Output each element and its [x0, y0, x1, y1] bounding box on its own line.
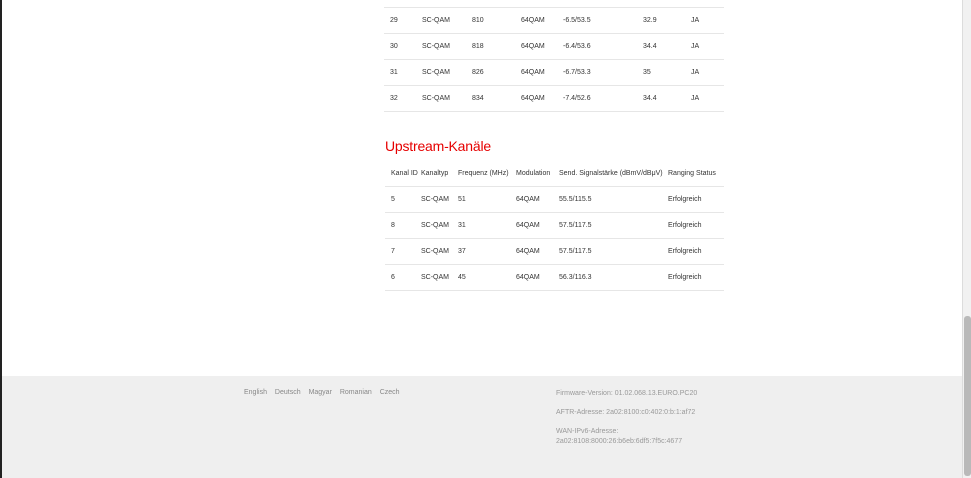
aftr-address: AFTR-Adresse: 2a02:8100:c0:402:0:b:1:af7… [556, 409, 696, 416]
kanal-id-cell: 29 [384, 8, 422, 34]
kanal-id-cell: 31 [384, 59, 422, 86]
firmware-version: Firmware-Version: 01.02.068.13.EURO.PC20 [556, 390, 698, 397]
signal-cell: 56.3/116.3 [559, 264, 668, 291]
header-ranging-status: Ranging Status [668, 161, 724, 187]
kanal-id-cell: 5 [385, 186, 421, 213]
browser-viewport: 29 SC-QAM 810 64QAM -6.5/53.5 32.9 JA 30… [0, 0, 962, 478]
frequenz-cell: 810 [472, 8, 521, 34]
ranging-status-cell: Erfolgreich [668, 238, 724, 265]
signal-cell: 57.5/117.5 [559, 212, 668, 239]
kanaltyp-cell: SC-QAM [421, 264, 458, 291]
header-kanaltyp: Kanaltyp [421, 161, 458, 187]
language-selector: English Deutsch Magyar Romanian Czech [244, 389, 406, 396]
downstream-table: 29 SC-QAM 810 64QAM -6.5/53.5 32.9 JA 30… [384, 8, 724, 112]
kanaltyp-cell: SC-QAM [422, 33, 472, 60]
kanal-id-cell: 8 [385, 212, 421, 239]
modulation-cell: 64QAM [516, 238, 559, 265]
frequenz-cell: 818 [472, 33, 521, 60]
signal-cell: -6.7/53.3 [563, 59, 643, 86]
upstream-title: Upstream-Kanäle [385, 138, 491, 154]
kanaltyp-cell: SC-QAM [421, 238, 458, 265]
table-row: 29 SC-QAM 810 64QAM -6.5/53.5 32.9 JA [384, 8, 724, 34]
wan-ipv6-label: WAN-IPv6-Adresse: [556, 428, 619, 435]
signal-cell: -7.4/52.6 [563, 85, 643, 112]
upstream-section: Kanal ID Kanaltyp Frequenz (MHz) Modulat… [385, 161, 724, 291]
header-kanal-id: Kanal ID [385, 161, 421, 187]
kanaltyp-cell: SC-QAM [422, 8, 472, 34]
page-footer: English Deutsch Magyar Romanian Czech Fi… [2, 376, 962, 478]
modulation-cell: 64QAM [516, 186, 559, 213]
table-row: 5 SC-QAM 51 64QAM 55.5/115.5 Erfolgreich [385, 186, 724, 213]
locked-cell: JA [691, 59, 724, 86]
snr-cell: 34.4 [643, 33, 691, 60]
modulation-cell: 64QAM [521, 59, 563, 86]
modulation-cell: 64QAM [521, 8, 563, 34]
table-row: 8 SC-QAM 31 64QAM 57.5/117.5 Erfolgreich [385, 212, 724, 239]
language-link-romanian[interactable]: Romanian [340, 389, 372, 396]
signal-cell: -6.5/53.5 [563, 8, 643, 34]
modulation-cell: 64QAM [521, 33, 563, 60]
kanal-id-cell: 6 [385, 264, 421, 291]
language-link-magyar[interactable]: Magyar [309, 389, 332, 396]
kanal-id-cell: 30 [384, 33, 422, 60]
table-row: 6 SC-QAM 45 64QAM 56.3/116.3 Erfolgreich [385, 264, 724, 291]
frequenz-cell: 45 [458, 264, 516, 291]
language-link-czech[interactable]: Czech [380, 389, 400, 396]
kanaltyp-cell: SC-QAM [422, 59, 472, 86]
kanaltyp-cell: SC-QAM [421, 186, 458, 213]
signal-cell: 55.5/115.5 [559, 186, 668, 213]
table-header-row: Kanal ID Kanaltyp Frequenz (MHz) Modulat… [385, 161, 724, 187]
header-frequenz: Frequenz (MHz) [458, 161, 516, 187]
frequenz-cell: 37 [458, 238, 516, 265]
frequenz-cell: 31 [458, 212, 516, 239]
downstream-table-top-edge [384, 0, 724, 8]
downstream-section: 29 SC-QAM 810 64QAM -6.5/53.5 32.9 JA 30… [384, 0, 724, 112]
frequenz-cell: 51 [458, 186, 516, 213]
header-signal: Send. Signalstärke (dBmV/dBμV) [559, 161, 668, 187]
locked-cell: JA [691, 33, 724, 60]
locked-cell: JA [691, 85, 724, 112]
table-row: 32 SC-QAM 834 64QAM -7.4/52.6 34.4 JA [384, 85, 724, 112]
table-row: 31 SC-QAM 826 64QAM -6.7/53.3 35 JA [384, 59, 724, 86]
modulation-cell: 64QAM [521, 85, 563, 112]
kanaltyp-cell: SC-QAM [421, 212, 458, 239]
language-link-deutsch[interactable]: Deutsch [275, 389, 301, 396]
snr-cell: 35 [643, 59, 691, 86]
signal-cell: -6.4/53.6 [563, 33, 643, 60]
kanal-id-cell: 7 [385, 238, 421, 265]
locked-cell: JA [691, 8, 724, 34]
snr-cell: 32.9 [643, 8, 691, 34]
kanaltyp-cell: SC-QAM [422, 85, 472, 112]
scrollbar-thumb[interactable] [964, 316, 971, 476]
table-row: 30 SC-QAM 818 64QAM -6.4/53.6 34.4 JA [384, 33, 724, 60]
frequenz-cell: 826 [472, 59, 521, 86]
table-row: 7 SC-QAM 37 64QAM 57.5/117.5 Erfolgreich [385, 238, 724, 265]
ranging-status-cell: Erfolgreich [668, 186, 724, 213]
ranging-status-cell: Erfolgreich [668, 264, 724, 291]
vertical-scrollbar[interactable] [962, 0, 971, 478]
snr-cell: 34.4 [643, 85, 691, 112]
kanal-id-cell: 32 [384, 85, 422, 112]
ranging-status-cell: Erfolgreich [668, 212, 724, 239]
wan-ipv6-value: 2a02:8108:8000:26:b6eb:6df5:7f5c:4677 [556, 438, 683, 445]
signal-cell: 57.5/117.5 [559, 238, 668, 265]
upstream-table: Kanal ID Kanaltyp Frequenz (MHz) Modulat… [385, 161, 724, 291]
modulation-cell: 64QAM [516, 212, 559, 239]
frequenz-cell: 834 [472, 85, 521, 112]
modulation-cell: 64QAM [516, 264, 559, 291]
language-link-english[interactable]: English [244, 389, 267, 396]
header-modulation: Modulation [516, 161, 559, 187]
